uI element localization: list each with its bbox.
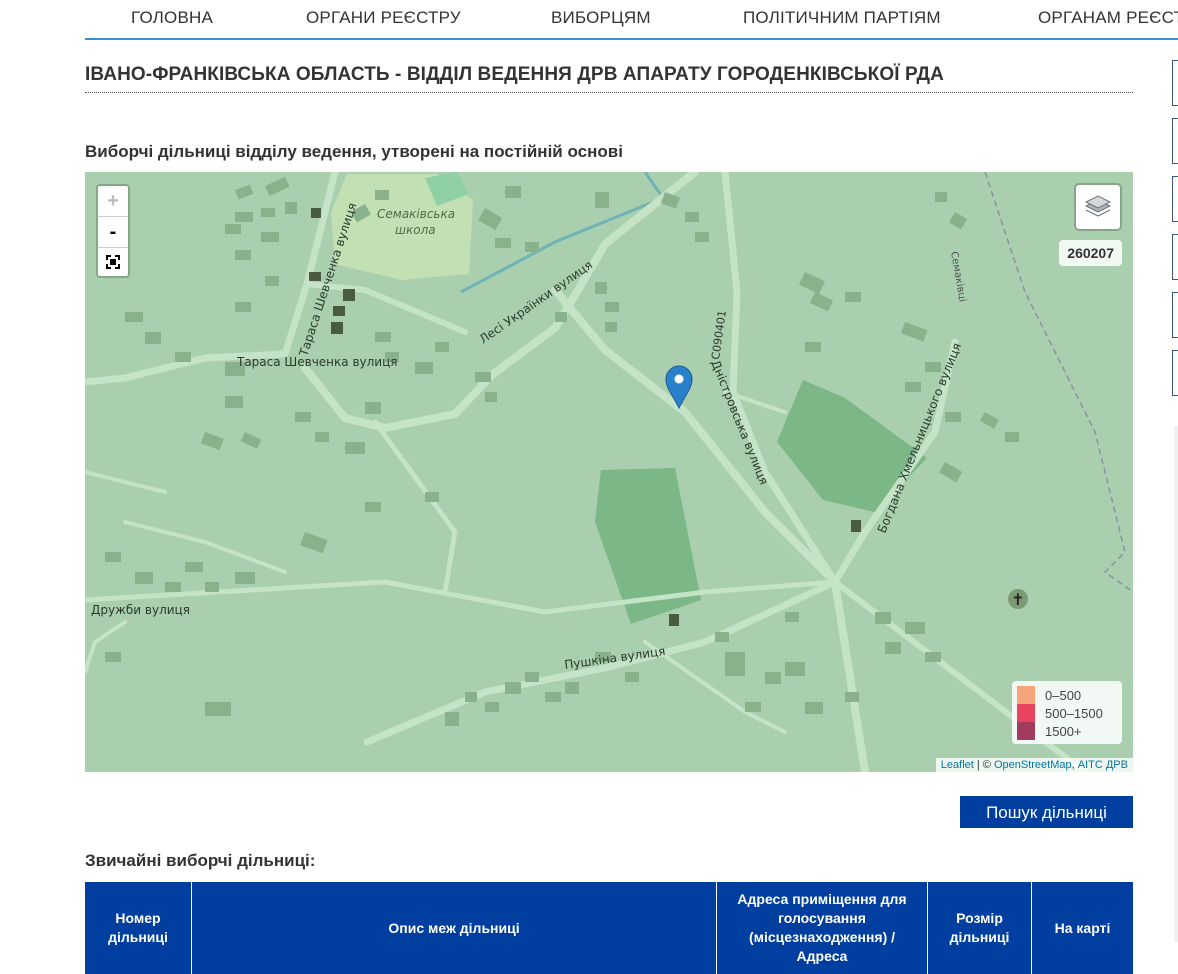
page-title: ІВАНО-ФРАНКІВСЬКА ОБЛАСТЬ - ВІДДІЛ ВЕДЕН… <box>85 64 1133 93</box>
col-size[interactable]: Розмір дільниці <box>927 882 1032 974</box>
aits-link[interactable]: АІТС ДРВ <box>1078 759 1128 771</box>
legend-row: 1500+ <box>1017 722 1117 740</box>
zoom-in-button[interactable]: + <box>98 186 128 217</box>
zoom-control: + - <box>96 184 130 278</box>
legend-swatch <box>1017 704 1035 722</box>
legend-swatch <box>1017 686 1035 704</box>
section-title: Виборчі дільниці відділу ведення, утворе… <box>85 142 623 161</box>
side-tab[interactable] <box>1172 118 1178 164</box>
table-header-row: Номер дільниці Опис меж дільниці Адреса … <box>85 882 1133 974</box>
search-station-button[interactable]: Пошук дільниці <box>960 796 1133 828</box>
nav-item-registry-bodies[interactable]: ОРГАНИ РЕЄСТРУ <box>306 8 461 28</box>
legend-label: 1500+ <box>1045 723 1082 739</box>
svg-text:Семаківська: Семаківська <box>377 207 455 221</box>
stream <box>460 172 666 294</box>
svg-text:Семаківці: Семаківці <box>948 250 969 302</box>
svg-text:Тараса Шевченка вулиця: Тараса Шевченка вулиця <box>236 355 397 369</box>
boundary-line <box>984 172 1133 593</box>
stations-table: Номер дільниці Опис меж дільниці Адреса … <box>85 882 1133 974</box>
region-code-label: 260207 <box>1059 240 1122 266</box>
svg-text:школа: школа <box>395 223 436 237</box>
svg-text:C090401: C090401 <box>709 309 729 360</box>
zoom-out-button[interactable]: - <box>98 217 128 248</box>
layers-icon <box>1084 195 1112 217</box>
svg-text:Лесі Українки вулиця: Лесі Українки вулиця <box>477 258 595 347</box>
map-tiles: ✝ Семаківська школа Тараса Шевченка вули… <box>85 172 1133 772</box>
leaflet-link[interactable]: Leaflet <box>941 759 974 771</box>
legend-row: 500–1500 <box>1017 704 1117 722</box>
side-tabs <box>1172 60 1178 408</box>
map-view[interactable]: ✝ Семаківська школа Тараса Шевченка вули… <box>85 172 1133 772</box>
col-boundaries[interactable]: Опис меж дільниці <box>191 882 717 974</box>
fullscreen-button[interactable] <box>98 248 128 278</box>
svg-text:Дністровська вулиця: Дністровська вулиця <box>708 358 771 487</box>
nav-item-parties[interactable]: ПОЛІТИЧНИМ ПАРТІЯМ <box>743 8 941 28</box>
legend-label: 0–500 <box>1045 687 1082 703</box>
col-on-map[interactable]: На карті <box>1031 882 1133 974</box>
side-tab[interactable] <box>1172 234 1178 280</box>
col-station-number[interactable]: Номер дільниці <box>85 882 192 974</box>
legend-swatch <box>1017 722 1035 740</box>
svg-text:Дружби вулиця: Дружби вулиця <box>91 603 190 617</box>
nav-item-registry-organs[interactable]: ОРГАНАМ РЕЄСТ <box>1038 8 1178 28</box>
osm-link[interactable]: OpenStreetMap <box>994 759 1072 771</box>
side-panel-edge <box>1174 426 1178 942</box>
side-tab[interactable] <box>1172 292 1178 338</box>
fullscreen-icon <box>106 255 120 269</box>
map-attribution: Leaflet | © OpenStreetMap, АІТС ДРВ <box>935 758 1133 772</box>
side-tab[interactable] <box>1172 350 1178 396</box>
attribution-separator: | © <box>973 759 994 771</box>
legend-label: 500–1500 <box>1045 705 1103 721</box>
svg-text:✝: ✝ <box>1011 590 1024 609</box>
regular-stations-title: Звичайні виборчі дільниці: <box>85 851 316 870</box>
layers-button[interactable] <box>1074 183 1122 231</box>
side-tab[interactable] <box>1172 176 1178 222</box>
map-legend: 0–500 500–1500 1500+ <box>1012 681 1122 744</box>
nav-item-home[interactable]: ГОЛОВНА <box>131 8 213 28</box>
legend-row: 0–500 <box>1017 686 1117 704</box>
top-navigation: ГОЛОВНА ОРГАНИ РЕЄСТРУ ВИБОРЦЯМ ПОЛІТИЧН… <box>85 0 1178 40</box>
col-address[interactable]: Адреса приміщення для голосування (місце… <box>716 882 928 974</box>
side-tab[interactable] <box>1172 60 1178 106</box>
nav-item-voters[interactable]: ВИБОРЦЯМ <box>551 8 651 28</box>
